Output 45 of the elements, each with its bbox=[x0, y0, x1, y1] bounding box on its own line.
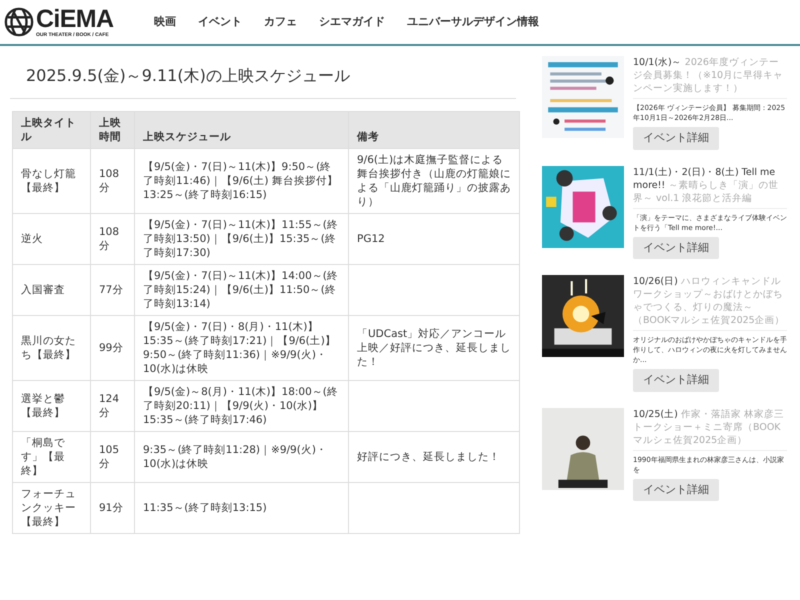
table-cell: 「桐島です」【最終】 bbox=[12, 432, 90, 482]
event-title[interactable]: 10/25(土) 作家・落語家 林家彦三トークショー＋ミニ寄席（BOOKマルシェ佐賀2025企画） bbox=[633, 408, 787, 450]
nav-link[interactable]: シエマガイド bbox=[319, 14, 385, 30]
table-cell: 選挙と鬱【最終】 bbox=[12, 380, 90, 432]
table-cell: 11:35～(終了時刻13:15) bbox=[134, 482, 348, 534]
table-cell: 9/6(土)は木庭撫子監督による舞台挨拶付き（山鹿の灯籠娘による「山鹿灯籠踊り」の披露あり） bbox=[348, 148, 520, 214]
table-cell: 好評につき、延長しました！ bbox=[348, 432, 520, 482]
table-cell: 91分 bbox=[90, 482, 134, 534]
event-title[interactable]: 10/26(日) ハロウィンキャンドルワークショップ～おばけとかぼちゃでつくる、灯りの魔法～（BOOKマルシェ佐賀2025企画） bbox=[633, 275, 787, 331]
table-cell: 黒川の女たち【最終】 bbox=[12, 316, 90, 380]
table-cell: 「UDCast」対応／アンコール上映／好評につき、延長しました！ bbox=[348, 316, 520, 380]
nav-link[interactable]: 映画 bbox=[154, 14, 176, 30]
table-cell: PG12 bbox=[348, 214, 520, 264]
table-cell: 99分 bbox=[90, 316, 134, 380]
event-detail-button[interactable]: イベント詳細 bbox=[633, 369, 719, 392]
table-cell: 108分 bbox=[90, 214, 134, 264]
event-title[interactable]: 10/1(水)～ 2026年度ヴィンテージ会員募集！（※10月に早得キャンペーン実施します！） bbox=[633, 56, 787, 99]
column-header: 上映スケジュール bbox=[134, 112, 348, 148]
column-header: 上映タイトル bbox=[12, 112, 90, 148]
event-detail-button[interactable]: イベント詳細 bbox=[633, 236, 719, 259]
table-cell: 108分 bbox=[90, 148, 134, 214]
table-cell: 入国審査 bbox=[12, 264, 90, 316]
event-title[interactable]: 11/1(土)・2(日)・8(土) Tell me more!! ～素晴らしき「演」の世界～ vol.1 浪花節と活弁編 bbox=[633, 166, 787, 208]
table-cell: 【9/5(金)・7(日)・8(月)・11(木)】15:35～(終了時刻17:21)｜【9/6(土)】9:50～(終了時刻11:36)｜※9/9(火)・10(水)は休映 bbox=[134, 316, 348, 380]
table-cell: フォーチュンクッキー【最終】 bbox=[12, 482, 90, 534]
table-cell: 【9/5(金)・7(日)～11(木)】9:50～(終了時刻11:46)｜【9/6(土) 舞台挨拶付】13:25～(終了時刻16:15) bbox=[134, 148, 348, 214]
globe-logo-icon bbox=[4, 7, 34, 37]
event-detail-button[interactable]: イベント詳細 bbox=[633, 478, 719, 501]
nav-link[interactable]: イベント bbox=[198, 14, 242, 30]
table-cell: 【9/5(金)～8(月)・11(木)】18:00～(終了時刻20:11)｜【9/9(火)・10(水)】15:35～(終了時刻17:46) bbox=[134, 380, 348, 432]
event-detail-button[interactable]: イベント詳細 bbox=[633, 127, 719, 150]
column-header: 上映時間 bbox=[90, 112, 134, 148]
nav-link[interactable]: カフェ bbox=[264, 14, 297, 30]
table-cell: 骨なし灯籠【最終】 bbox=[12, 148, 90, 214]
column-header: 備考 bbox=[348, 112, 520, 148]
table-cell: 124分 bbox=[90, 380, 134, 432]
logo-text: CiEMA bbox=[36, 6, 114, 32]
table-cell: 77分 bbox=[90, 264, 134, 316]
page-title: 2025.9.5(金)～9.11(木)の上映スケジュール bbox=[26, 65, 351, 87]
table-cell: 105分 bbox=[90, 432, 134, 482]
table-cell: 【9/5(金)・7(日)～11(木)】11:55～(終了時刻13:50)｜【9/6(土)】15:35～(終了時刻17:30) bbox=[134, 214, 348, 264]
nav-link[interactable]: ユニバーサルデザイン情報 bbox=[407, 14, 539, 30]
table-cell: 9:35～(終了時刻11:28)｜※9/9(火)・10(水)は休映 bbox=[134, 432, 348, 482]
table-cell: 逆火 bbox=[12, 214, 90, 264]
table-cell: 【9/5(金)・7(日)～11(木)】14:00～(終了時刻15:24)｜【9/6(土)】11:50～(終了時刻13:14) bbox=[134, 264, 348, 316]
